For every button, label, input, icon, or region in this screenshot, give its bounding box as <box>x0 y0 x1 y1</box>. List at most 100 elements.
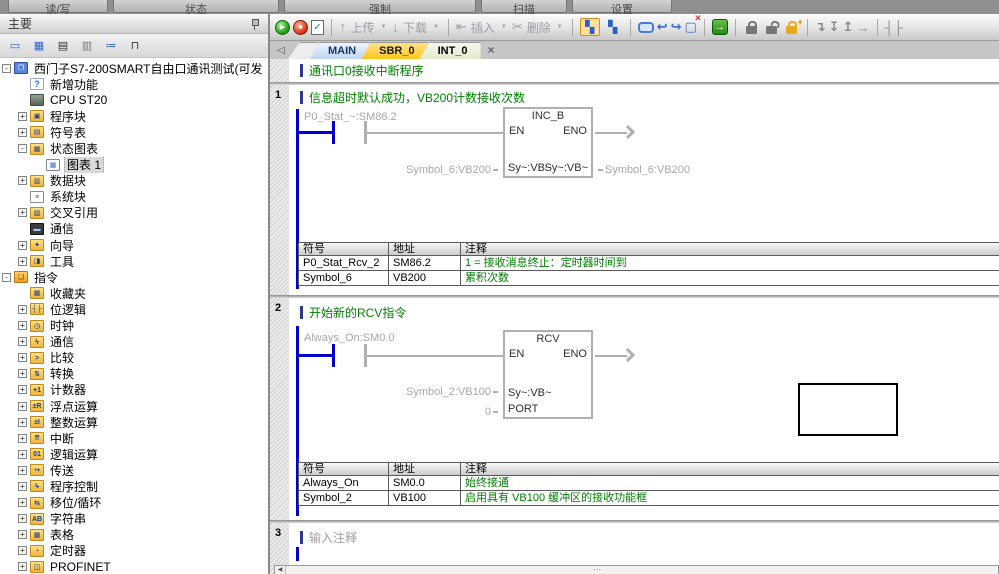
expand-toggle-icon[interactable]: - <box>2 273 11 282</box>
tree-item[interactable]: + ▣ 程序块 <box>0 108 268 124</box>
lock-add-icon[interactable]: + <box>786 26 797 34</box>
network-comment[interactable]: 开始新的RCV指令 <box>309 304 406 321</box>
symbol-cell[interactable]: P0_Stat_Rcv_2 <box>299 256 389 271</box>
expand-toggle-icon[interactable]: + <box>18 241 27 250</box>
comment-cell[interactable]: 启用具有 VB100 缓冲区的接收功能框 <box>461 491 999 506</box>
network-number[interactable]: 2 <box>275 302 281 314</box>
output-operand[interactable]: Symbol_6:VB200 <box>598 164 690 176</box>
header-symbol[interactable]: 符号 <box>299 463 389 476</box>
lock-icon[interactable] <box>746 26 757 34</box>
upload-label[interactable]: 上传 <box>351 19 375 36</box>
download-caret-icon[interactable]: ▼ <box>433 24 439 30</box>
top-button[interactable]: 扫描 <box>481 0 567 13</box>
tab-scroll-left-icon[interactable]: ◁ <box>274 45 288 56</box>
address-cell[interactable]: VB100 <box>389 491 461 506</box>
expand-toggle-icon[interactable]: + <box>18 466 27 475</box>
tree-item[interactable]: ? 新增功能 <box>0 76 268 92</box>
tree-item[interactable]: + ┤├ 位逻辑 <box>0 301 268 317</box>
top-button[interactable]: 设置 <box>572 0 672 13</box>
header-comment[interactable]: 注释 <box>461 243 999 256</box>
chart-status-icon[interactable]: ▚ <box>603 18 623 36</box>
expand-toggle-icon[interactable]: + <box>18 337 27 346</box>
empty-comment-box[interactable] <box>798 383 898 436</box>
tree-item[interactable]: + ◫ PROFINET <box>0 559 268 574</box>
redo-box-icon[interactable]: ↪ <box>671 19 682 35</box>
insert-box-icon[interactable] <box>638 22 654 33</box>
network-comment-row[interactable]: 开始新的RCV指令 <box>300 304 406 321</box>
expand-toggle-icon[interactable]: + <box>18 562 27 571</box>
expand-toggle-icon[interactable]: + <box>18 385 27 394</box>
upload-caret-icon[interactable]: ▼ <box>381 24 387 30</box>
expand-toggle-icon[interactable]: + <box>18 257 27 266</box>
expand-toggle-icon[interactable]: + <box>18 176 27 185</box>
network-comment-row[interactable]: 输入注释 <box>300 529 357 546</box>
tree-item[interactable]: + 01 逻辑运算 <box>0 446 268 462</box>
wire-right-icon[interactable]: → <box>857 20 870 35</box>
tree-item[interactable]: + ↳ 程序控制 <box>0 478 268 494</box>
tree-item[interactable]: + ◷ 时钟 <box>0 318 268 334</box>
expand-toggle-icon[interactable]: + <box>18 482 27 491</box>
rcv-instruction-box[interactable]: RCV EN ENO Sy~:VB~ PORT <box>503 330 593 419</box>
tree-item[interactable]: + +1 计数器 <box>0 382 268 398</box>
tree-item[interactable]: + ▦ 表格 <box>0 527 268 543</box>
download-icon[interactable]: ↓ <box>391 20 399 35</box>
network-number[interactable]: 3 <box>275 527 281 539</box>
symbol-cell[interactable]: Symbol_6 <box>299 271 389 286</box>
program-block-icon[interactable]: ▭ <box>5 37 25 55</box>
tree-item[interactable]: + ⇆ 移位/循环 <box>0 495 268 511</box>
symbol-cell[interactable]: Always_On <box>299 476 389 491</box>
expand-toggle-icon[interactable]: + <box>18 112 27 121</box>
expand-toggle-icon[interactable]: + <box>18 546 27 555</box>
inc-b-instruction-box[interactable]: INC_B EN ENO Sy~:VB~ Sy~:VB~ <box>503 107 593 178</box>
header-symbol[interactable]: 符号 <box>299 243 389 256</box>
tree-item[interactable]: + ◨ 工具 <box>0 253 268 269</box>
tree-item[interactable]: CPU ST20 <box>0 92 268 108</box>
editor-tab[interactable]: INT_0 <box>420 42 481 59</box>
top-button[interactable]: 状态 <box>113 0 279 13</box>
address-cell[interactable]: VB200 <box>389 271 461 286</box>
contact-operand[interactable]: P0_Stat_~:SM86.2 <box>304 111 397 123</box>
delete-icon[interactable]: ✂ <box>512 19 523 35</box>
tree-item[interactable]: - ▦ 状态图表 <box>0 140 268 156</box>
network-comment[interactable]: 信息超时默认成功，VB200计数接收次数 <box>309 89 525 106</box>
communications-icon[interactable]: ⊓ <box>125 37 145 55</box>
program-status-icon[interactable]: ▚ <box>580 18 600 36</box>
tree-item[interactable]: + ◔ 定时器 <box>0 543 268 559</box>
tree-item[interactable]: + ±R 浮点运算 <box>0 398 268 414</box>
upload-icon[interactable]: ↑ <box>339 20 347 35</box>
symbol-cell[interactable]: Symbol_2 <box>299 491 389 506</box>
delete-caret-icon[interactable]: ▼ <box>557 24 563 30</box>
tree-item[interactable]: + ↪ 传送 <box>0 462 268 478</box>
expand-toggle-icon[interactable]: + <box>18 208 27 217</box>
pou-comment-row[interactable]: 通讯口0接收中断程序 <box>290 59 999 82</box>
expand-toggle-icon[interactable]: + <box>18 450 27 459</box>
pou-comment[interactable]: 通讯口0接收中断程序 <box>309 62 424 79</box>
expand-toggle-icon[interactable]: - <box>2 64 11 73</box>
stop-button[interactable]: ■ <box>293 20 308 35</box>
scroll-left-icon[interactable]: ◀ <box>275 566 286 574</box>
tree-item[interactable]: ≡ 系统块 <box>0 189 268 205</box>
data-block-icon[interactable]: ▥ <box>77 37 97 55</box>
goto-icon[interactable]: → <box>712 19 728 35</box>
tree-item[interactable]: + > 比较 <box>0 350 268 366</box>
insert-label[interactable]: 插入 <box>471 19 495 36</box>
expand-toggle-icon[interactable]: + <box>18 128 27 137</box>
tree-item[interactable]: + ⇈ 中断 <box>0 430 268 446</box>
pin-icon[interactable] <box>250 18 260 30</box>
tree-item[interactable]: + ▤ 符号表 <box>0 124 268 140</box>
unlock-icon[interactable] <box>766 26 777 34</box>
tree-item[interactable]: ▬ 通信 <box>0 221 268 237</box>
expand-toggle-icon[interactable]: + <box>18 434 27 443</box>
tree-item[interactable]: - ❐ 西门子S7-200SMART自由口通讯测试(可发 <box>0 60 268 76</box>
network-comment-row[interactable]: 信息超时默认成功，VB200计数接收次数 <box>300 89 525 106</box>
header-address[interactable]: 地址 <box>389 463 461 476</box>
port-operand[interactable]: 0 <box>370 406 498 418</box>
expand-toggle-icon[interactable]: + <box>18 530 27 539</box>
ladder-editor[interactable]: 通讯口0接收中断程序 1 信息超时默认成功，VB200计数接收次数 P0_Sta… <box>270 59 999 574</box>
expand-toggle-icon[interactable]: + <box>18 514 27 523</box>
tree-item[interactable]: ▦ 图表 1 <box>0 157 268 173</box>
editor-tab[interactable]: SBR_0 <box>361 42 427 59</box>
tab-close-icon[interactable]: × <box>488 43 495 57</box>
expand-toggle-icon[interactable]: + <box>18 305 27 314</box>
input-operand[interactable]: Symbol_6:VB200 <box>370 164 498 176</box>
